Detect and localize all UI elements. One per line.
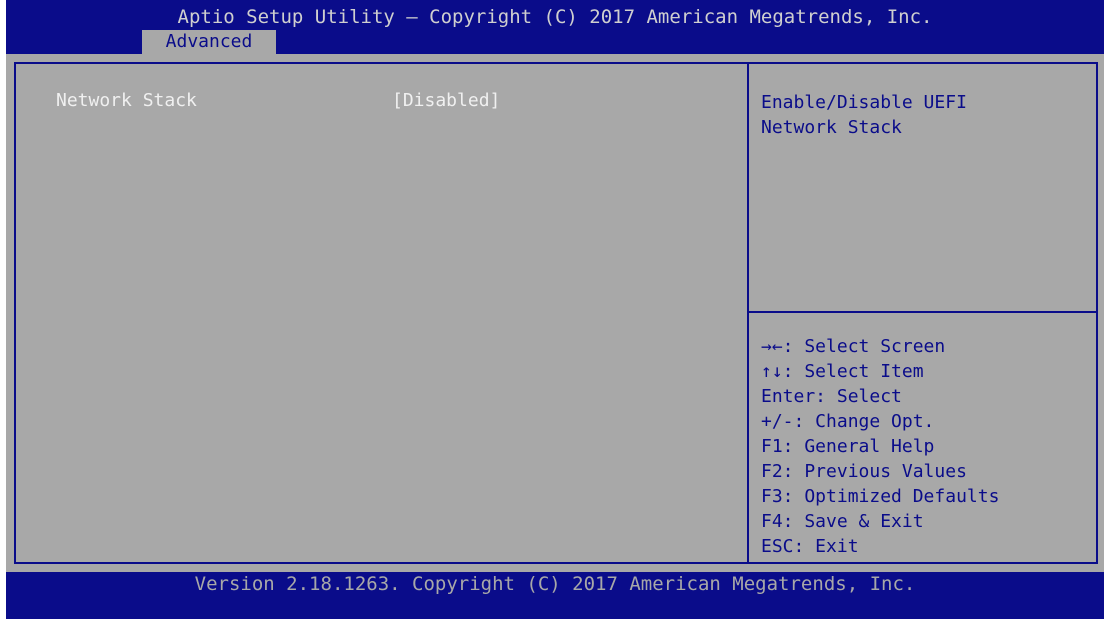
version-text: Version 2.18.1263. Copyright (C) 2017 Am… <box>194 573 916 595</box>
help-divider <box>749 311 1096 313</box>
setting-label: Network Stack <box>56 90 197 111</box>
key-select-item: ↑↓: Select Item <box>761 361 924 382</box>
key-enter-select: Enter: Select <box>761 386 902 407</box>
key-esc-exit: ESC: Exit <box>761 536 859 557</box>
tab-advanced[interactable]: Advanced <box>142 30 276 54</box>
key-select-screen: →←: Select Screen <box>761 336 946 357</box>
key-general-help: F1: General Help <box>761 436 935 457</box>
key-change-opt: +/-: Change Opt. <box>761 411 935 432</box>
help-description: Enable/Disable UEFI Network Stack <box>761 92 967 138</box>
key-previous-values: F2: Previous Values <box>761 461 967 482</box>
title-bar: Aptio Setup Utility – Copyright (C) 2017… <box>6 0 1104 54</box>
settings-frame: Network Stack [Disabled] <box>14 62 749 564</box>
key-save-exit: F4: Save & Exit <box>761 511 924 532</box>
key-optimized-defaults: F3: Optimized Defaults <box>761 486 1000 507</box>
setting-value-dropdown[interactable]: [Disabled] <box>392 90 500 112</box>
setting-network-stack[interactable]: Network Stack [Disabled] <box>56 90 736 112</box>
footer-bar: Version 2.18.1263. Copyright (C) 2017 Am… <box>6 572 1104 619</box>
key-legend: →←: Select Screen ↑↓: Select Item Enter:… <box>761 334 1091 559</box>
help-frame: Enable/Disable UEFI Network Stack →←: Se… <box>747 62 1098 564</box>
app-title: Aptio Setup Utility – Copyright (C) 2017… <box>177 6 933 28</box>
main-panel: Network Stack [Disabled] Enable/Disable … <box>6 54 1104 572</box>
